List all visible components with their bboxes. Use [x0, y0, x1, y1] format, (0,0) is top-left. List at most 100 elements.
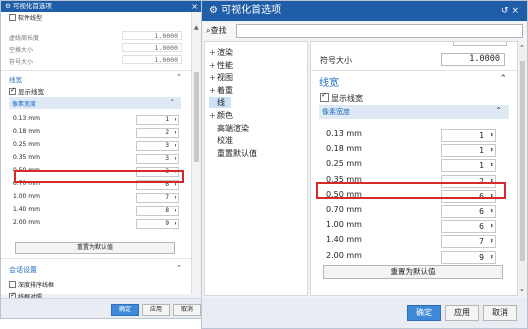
right-dialog: ⚙ 可视化首选项 ↺ × ⌕查找 +渲染 +性能 +视图 +着重线 +颜色 高端渲染 校准重…	[201, 0, 528, 329]
left-reset-button[interactable]: 重置为默认值	[15, 242, 175, 254]
width-label: 0.18 mm	[13, 128, 40, 135]
show-line-width-row[interactable]: 显示线宽	[9, 86, 44, 96]
find-input[interactable]	[236, 24, 523, 38]
width-value: 2	[165, 129, 169, 136]
scroll-up-icon[interactable]: ⌃	[519, 44, 525, 52]
clipped-input[interactable]	[453, 42, 507, 46]
collapse-icon[interactable]: ⌃	[499, 74, 507, 84]
tree-item[interactable]: 重置默认值	[209, 148, 257, 159]
left-dialog: ⚙ 可视化首选项 × 软件线型 虚线周长度 1.0000 空格大小 1.0000…	[0, 0, 203, 319]
tree-item[interactable]: +视图	[209, 72, 233, 83]
top-checkbox[interactable]	[9, 14, 16, 21]
collapse-icon[interactable]: ⌃	[170, 98, 175, 106]
spinner-arrows-icon[interactable]: ⬍	[174, 220, 177, 228]
width-spinner[interactable]: 7 ⬍	[441, 235, 496, 249]
spinner-arrows-icon[interactable]: ⬍	[174, 155, 177, 163]
tree-item-label: 线	[217, 98, 225, 108]
width-value: 7	[165, 194, 169, 201]
left-title: 可视化首选项	[12, 2, 52, 10]
spinner-arrows-icon[interactable]: ⬍	[174, 129, 177, 137]
expand-icon[interactable]: +	[209, 73, 217, 82]
collapse-icon[interactable]: ⌃	[495, 106, 502, 115]
pixel-width-header[interactable]: 像素宽度 ⌃	[9, 97, 181, 109]
width-spinner[interactable]: 9 ⬍	[441, 250, 496, 264]
clipped-row	[311, 42, 517, 48]
width-label: 0.35 mm	[13, 154, 40, 161]
right-ok-button[interactable]: 确定	[407, 305, 441, 321]
tree-item[interactable]: +颜色	[209, 110, 233, 121]
expand-icon[interactable]: +	[209, 61, 217, 70]
session-checkbox[interactable]	[9, 281, 16, 288]
tree-item[interactable]: 校准	[209, 135, 233, 146]
spinner-arrows-icon[interactable]: ⬍	[490, 236, 494, 247]
show-line-width-checkbox[interactable]	[9, 86, 16, 95]
right-apply-button[interactable]: 应用	[445, 305, 479, 321]
collapse-icon[interactable]: ⌃	[176, 73, 182, 81]
right-scrollbar[interactable]: ⌃ ⌄	[518, 41, 527, 296]
tree-item[interactable]: 高端渲染	[209, 123, 249, 134]
tree-item[interactable]: +渲染	[209, 47, 233, 58]
spinner-arrows-icon[interactable]: ⬍	[174, 194, 177, 202]
width-spinner[interactable]: 8 ⬍	[136, 206, 179, 216]
spinner-arrows-icon[interactable]: ⬍	[490, 221, 494, 232]
width-spinner[interactable]: 1 ⬍	[441, 159, 496, 173]
left-scrollbar[interactable]: ▲	[191, 12, 201, 294]
field-input[interactable]: 1.0000	[122, 55, 182, 64]
highlight-box	[316, 182, 506, 199]
width-spinner[interactable]: 6 ⬍	[441, 220, 496, 234]
scroll-thumb[interactable]	[520, 61, 525, 261]
field-label: 虚线周长度	[9, 35, 40, 42]
spinner-arrows-icon[interactable]: ⬍	[490, 145, 494, 156]
width-value: 7	[479, 237, 484, 247]
spinner-arrows-icon[interactable]: ⬍	[490, 252, 494, 263]
width-spinner[interactable]: 7 ⬍	[136, 193, 179, 203]
spinner-arrows-icon[interactable]: ⬍	[174, 207, 177, 215]
scroll-thumb[interactable]	[194, 72, 199, 162]
symbol-size-input[interactable]: 1.0000	[441, 53, 505, 66]
field-input[interactable]: 1.0000	[122, 31, 182, 40]
width-label: 1.00 mm	[13, 193, 40, 200]
spinner-arrows-icon[interactable]: ⬍	[174, 116, 177, 124]
width-label: 2.00 mm	[13, 219, 40, 226]
field-input[interactable]: 1.0000	[122, 43, 182, 52]
width-row: 1.40 mm 8 ⬍	[13, 206, 183, 216]
pixel-width-header[interactable]: 像素宽度 ⌃	[319, 105, 509, 119]
left-apply-button[interactable]: 应用	[142, 304, 170, 316]
width-spinner[interactable]: 3 ⬍	[136, 141, 179, 151]
width-spinner[interactable]: 9 ⬍	[136, 219, 179, 229]
width-spinner[interactable]: 1 ⬍	[441, 129, 496, 142]
width-spinner[interactable]: 6 ⬍	[441, 205, 496, 218]
scroll-up-icon[interactable]: ▲	[194, 24, 199, 31]
collapse-icon[interactable]: ⌃	[176, 264, 182, 272]
spinner-arrows-icon[interactable]: ⬍	[174, 142, 177, 150]
show-line-width-row[interactable]: 显示线宽	[320, 91, 363, 104]
width-row: 1.00 mm 7 ⬍	[13, 193, 183, 203]
expand-icon[interactable]: +	[209, 48, 217, 57]
tree-item[interactable]: 线	[209, 97, 231, 109]
width-label: 1.00 mm	[326, 220, 362, 230]
tree-item[interactable]: +着重	[209, 85, 233, 96]
title-controls[interactable]: ↺ ×	[501, 1, 519, 21]
scroll-down-icon[interactable]: ⌄	[519, 285, 525, 293]
width-spinner[interactable]: 1 ⬍	[136, 115, 179, 125]
session-check-row[interactable]: 深度排序线框	[9, 280, 54, 289]
expand-icon[interactable]: +	[209, 86, 217, 95]
tree-item[interactable]: +性能	[209, 60, 233, 71]
left-titlebar: ⚙ 可视化首选项 ×	[1, 1, 202, 12]
left-close-button[interactable]: ×	[191, 1, 198, 12]
width-spinner[interactable]: 2 ⬍	[136, 128, 179, 138]
left-cancel-button[interactable]: 取消	[173, 304, 201, 316]
right-cancel-button[interactable]: 取消	[483, 305, 517, 321]
left-ok-button[interactable]: 确定	[111, 304, 139, 316]
top-checkbox-row[interactable]: 软件线型	[9, 13, 42, 22]
spinner-arrows-icon[interactable]: ⬍	[490, 130, 494, 141]
right-reset-button[interactable]: 重置为默认值	[323, 265, 503, 279]
expand-icon[interactable]: +	[209, 111, 217, 120]
show-line-width-checkbox[interactable]	[320, 91, 329, 102]
width-spinner[interactable]: 3 ⬍	[136, 154, 179, 164]
spinner-arrows-icon[interactable]: ⬍	[490, 160, 494, 171]
width-label: 0.18 mm	[326, 144, 362, 154]
spinner-arrows-icon[interactable]: ⬍	[490, 206, 494, 217]
width-spinner[interactable]: 1 ⬍	[441, 144, 496, 158]
tree-item-label: 着重	[217, 85, 233, 95]
